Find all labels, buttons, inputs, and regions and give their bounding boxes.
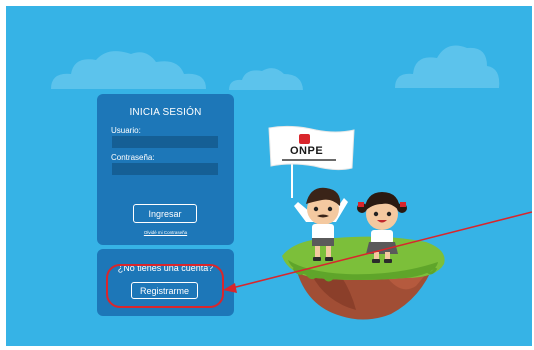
- username-input[interactable]: [112, 136, 218, 148]
- login-button[interactable]: Ingresar: [133, 204, 197, 223]
- onpe-logo-tagline: [282, 159, 336, 161]
- onpe-logo-emblem: [299, 134, 310, 144]
- password-input[interactable]: [112, 163, 218, 175]
- register-button[interactable]: Registrarme: [131, 282, 198, 299]
- forgot-password-link[interactable]: Olvidé mi Contraseña: [97, 230, 234, 235]
- password-label: Contraseña:: [111, 153, 155, 162]
- island-illustration: [268, 125, 445, 320]
- page-background: ONPE INICIA SESIÓN Usuario: Contraseña: …: [6, 6, 532, 346]
- onpe-logo-text: ONPE: [290, 145, 324, 157]
- login-panel: INICIA SESIÓN Usuario: Contraseña: Ingre…: [97, 94, 234, 245]
- register-panel: ¿No tienes una cuenta? Registrarme: [97, 249, 234, 316]
- register-question: ¿No tienes una cuenta?: [117, 263, 214, 273]
- onpe-logo: ONPE: [276, 133, 346, 163]
- login-title: INICIA SESIÓN: [129, 107, 202, 118]
- username-label: Usuario:: [111, 126, 141, 135]
